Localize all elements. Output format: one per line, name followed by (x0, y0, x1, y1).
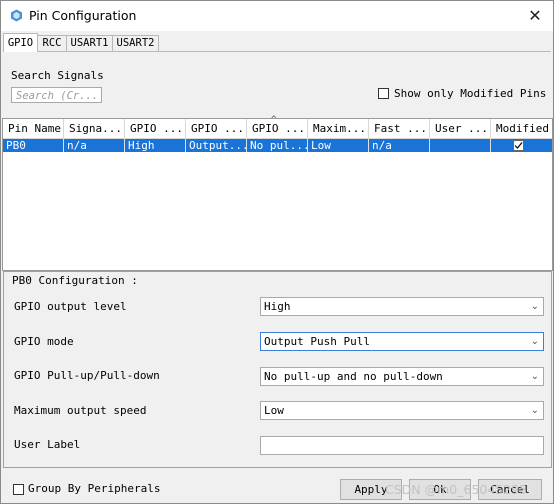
chevron-down-icon: ⌄ (530, 371, 539, 382)
gpio-mode-label: GPIO mode (14, 335, 74, 348)
pull-value: No pull-up and no pull-down (264, 370, 443, 383)
output-level-label: GPIO output level (14, 300, 127, 313)
column-header-fast-mode[interactable]: Fast ... (369, 119, 430, 139)
max-speed-value: Low (264, 404, 284, 417)
tab-rcc[interactable]: RCC (37, 35, 67, 51)
modified-checkmark-icon (513, 140, 524, 151)
user-label-input[interactable] (260, 436, 544, 455)
cell-signal: n/a (64, 139, 125, 152)
column-header-signal[interactable]: Signa... (64, 119, 125, 139)
chevron-down-icon: ⌄ (530, 336, 539, 347)
window-title: Pin Configuration (29, 8, 137, 23)
gpio-mode-select[interactable]: Output Push Pull ⌄ (260, 332, 544, 351)
config-title: PB0 Configuration : (12, 274, 138, 287)
tab-usart2[interactable]: USART2 (112, 35, 159, 51)
close-icon[interactable]: ✕ (523, 4, 547, 28)
column-header-maximum-speed[interactable]: Maxim... (308, 119, 369, 139)
watermark: CSDN @m0_65045295 (385, 482, 528, 497)
max-speed-select[interactable]: Low ⌄ (260, 401, 544, 420)
group-by-peripherals-checkbox[interactable] (13, 484, 24, 495)
sort-indicator-icon: ^ (271, 115, 277, 125)
output-level-select[interactable]: High ⌄ (260, 297, 544, 316)
table-row[interactable]: PB0 n/a High Output... No pul... Low n/a (3, 139, 552, 152)
pin-table[interactable]: Pin Name Signa... GPIO ... GPIO ... GPIO… (2, 118, 553, 271)
title-bar: Pin Configuration ✕ (1, 1, 553, 31)
group-by-peripherals-label: Group By Peripherals (28, 482, 161, 495)
column-header-gpio-pull[interactable]: GPIO ... (247, 119, 308, 139)
column-header-modified[interactable]: Modified (491, 119, 552, 139)
column-header-user-label[interactable]: User ... (430, 119, 491, 139)
cell-user-label (430, 139, 491, 152)
chevron-down-icon: ⌄ (530, 405, 539, 416)
show-modified-checkbox[interactable] (378, 88, 389, 99)
cell-maximum-speed: Low (308, 139, 369, 152)
pin-config-panel: PB0 Configuration : GPIO output level Hi… (3, 271, 552, 468)
max-speed-label: Maximum output speed (14, 404, 147, 417)
column-header-gpio-output-level[interactable]: GPIO ... (125, 119, 186, 139)
show-modified-label: Show only Modified Pins (394, 87, 547, 100)
user-label-label: User Label (14, 438, 81, 451)
gpio-mode-value: Output Push Pull (264, 335, 370, 348)
cell-gpio-output-level: High (125, 139, 186, 152)
cell-fast-mode: n/a (369, 139, 430, 152)
column-header-gpio-mode[interactable]: GPIO ... (186, 119, 247, 139)
tab-usart1[interactable]: USART1 (66, 35, 113, 51)
output-level-value: High (264, 300, 291, 313)
search-input[interactable]: Search (Cr... (11, 87, 102, 103)
search-signals-label: Search Signals (11, 69, 104, 82)
column-header-pin-name[interactable]: Pin Name (3, 119, 64, 139)
pin-configuration-window: Pin Configuration ✕ GPIO RCC USART1 USAR… (0, 0, 554, 504)
cell-gpio-pull: No pul... (247, 139, 308, 152)
chevron-down-icon: ⌄ (530, 301, 539, 312)
cell-gpio-mode: Output... (186, 139, 247, 152)
app-icon (11, 9, 22, 22)
pull-select[interactable]: No pull-up and no pull-down ⌄ (260, 367, 544, 386)
pull-label: GPIO Pull-up/Pull-down (14, 369, 160, 382)
cell-pin-name: PB0 (3, 139, 64, 152)
tab-gpio[interactable]: GPIO (3, 33, 38, 52)
